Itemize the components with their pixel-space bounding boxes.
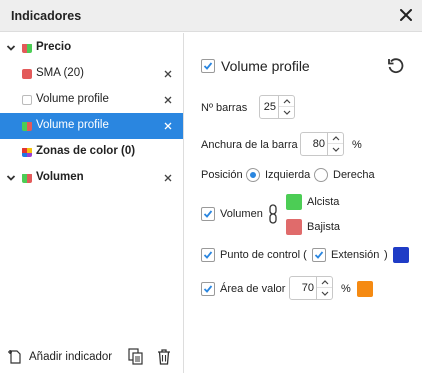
link-icon[interactable]: [268, 204, 278, 227]
tree-label: Volume profile: [36, 93, 109, 105]
tree-label: Volumen: [36, 171, 84, 183]
chevron-down-icon[interactable]: [6, 43, 16, 53]
remove-icon[interactable]: [163, 121, 173, 131]
remove-icon[interactable]: [163, 69, 173, 79]
position-left-label: Izquierda: [265, 169, 311, 181]
chevron-down-icon[interactable]: [317, 288, 332, 299]
chevron-up-icon[interactable]: [317, 277, 332, 288]
bar-width-value[interactable]: 80: [313, 138, 325, 150]
bars-label: Nº barras: [201, 102, 248, 114]
chevron-down-icon[interactable]: [279, 107, 294, 118]
volume-checkbox[interactable]: [201, 207, 215, 221]
extension-checkbox[interactable]: [312, 248, 326, 262]
color-square-icon: [22, 69, 32, 79]
stepper-arrows: [278, 96, 294, 118]
remove-icon[interactable]: [163, 95, 173, 105]
reset-icon[interactable]: [387, 57, 405, 78]
value-area-label: Área de valor: [220, 283, 286, 295]
add-indicator-button[interactable]: Añadir indicador: [8, 349, 112, 368]
value-area-unit: %: [341, 283, 351, 295]
tree-item-zonas-de-color[interactable]: Zonas de color (0): [0, 139, 183, 165]
indicator-tree-panel: Precio SMA (20) Volume profile Volume pr…: [0, 33, 184, 373]
bullish-color-swatch[interactable]: [286, 194, 302, 210]
color-zones-icon: [22, 147, 32, 157]
value-area-checkbox[interactable]: [201, 282, 215, 296]
control-point-label: Punto de control (: [220, 249, 307, 261]
position-label: Posición: [201, 169, 243, 181]
chevron-up-icon[interactable]: [328, 133, 343, 144]
tree-item-volume-profile-1[interactable]: Volume profile: [0, 87, 183, 113]
close-icon[interactable]: [396, 5, 416, 25]
add-indicator-icon: [8, 349, 22, 368]
value-area-value[interactable]: 70: [302, 282, 314, 294]
tree-label: Zonas de color (0): [36, 145, 136, 157]
extension-label: Extensión: [331, 249, 380, 261]
close-paren: ): [384, 249, 388, 261]
chevron-up-icon[interactable]: [279, 96, 294, 107]
bars-value[interactable]: 25: [264, 101, 276, 113]
bearish-color-swatch[interactable]: [286, 219, 302, 235]
value-area-stepper[interactable]: 70: [289, 276, 333, 300]
bullish-label: Alcista: [307, 196, 340, 208]
candles-icon: [22, 43, 32, 53]
tree-item-volume-profile-2[interactable]: Volume profile: [0, 113, 183, 139]
control-point-checkbox[interactable]: [201, 248, 215, 262]
volume-icon: [22, 173, 32, 183]
tree-group-volumen[interactable]: Volumen: [0, 165, 183, 191]
position-right-radio[interactable]: [314, 168, 328, 182]
tree-label: SMA (20): [36, 67, 84, 79]
bearish-label: Bajista: [307, 221, 341, 233]
tree-item-sma[interactable]: SMA (20): [0, 61, 183, 87]
add-indicator-label: Añadir indicador: [29, 351, 113, 363]
value-area-color-swatch[interactable]: [357, 281, 373, 297]
dialog-header: Indicadores: [0, 0, 422, 32]
volume-label: Volumen: [220, 208, 263, 220]
bar-width-label: Anchura de la barra: [201, 139, 298, 151]
copy-icon[interactable]: [128, 348, 144, 369]
settings-title: Volume profile: [221, 58, 310, 74]
position-right-label: Derecha: [333, 169, 375, 181]
bars-stepper[interactable]: 25: [259, 95, 295, 119]
tree-label: Precio: [36, 41, 72, 53]
trash-icon[interactable]: [157, 348, 171, 369]
chevron-down-icon[interactable]: [6, 173, 16, 183]
bar-width-unit: %: [352, 139, 362, 151]
stepper-arrows: [327, 133, 343, 155]
enabled-checkbox[interactable]: [201, 59, 215, 73]
remove-icon[interactable]: [163, 173, 173, 183]
indicator-settings-panel: Volume profile Nº barras 25 Anchura de l…: [185, 33, 422, 373]
dialog-title: Indicadores: [11, 9, 82, 23]
stepper-arrows: [316, 277, 332, 299]
empty-square-icon: [22, 95, 32, 105]
control-point-color-swatch[interactable]: [393, 247, 409, 263]
tree-footer: Añadir indicador: [0, 340, 183, 373]
position-left-radio[interactable]: [246, 168, 260, 182]
volume-profile-icon: [22, 121, 32, 131]
bar-width-stepper[interactable]: 80: [300, 132, 344, 156]
tree-label: Volume profile: [36, 119, 109, 131]
chevron-down-icon[interactable]: [328, 144, 343, 155]
tree-group-precio[interactable]: Precio: [0, 35, 183, 61]
